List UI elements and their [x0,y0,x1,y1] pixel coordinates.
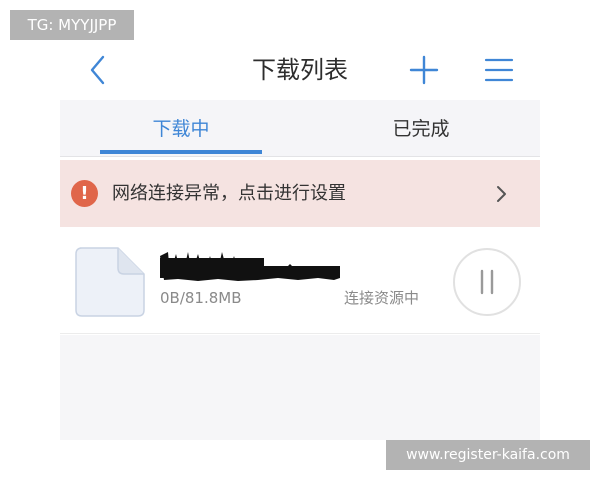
network-error-banner[interactable]: ! 网络连接异常，点击进行设置 [60,160,540,227]
network-error-text: 网络连接异常，点击进行设置 [112,183,346,204]
redacted-file-name [160,252,340,281]
chevron-right-icon [497,186,506,202]
pause-icon [480,269,494,295]
file-icon [75,247,145,317]
active-tab-indicator [100,150,262,154]
watermark-bottom: www.register-kaifa.com [386,440,590,470]
download-tabs: 下载中 已完成 [60,100,540,157]
download-status: 连接资源中 [344,289,420,307]
nav-header: 下载列表 [60,40,540,100]
tab-downloading[interactable]: 下载中 [100,100,262,157]
empty-list-area [60,335,540,440]
screen: TG: MYYJJPP 下载列表 下载中 已完成 ! 网络连接异常，点击进行设置 [0,0,600,480]
exclamation-icon: ! [71,180,98,207]
tab-completed[interactable]: 已完成 [340,100,502,157]
plus-icon[interactable] [408,55,440,85]
watermark-top: TG: MYYJJPP [10,10,134,40]
chevron-left-icon[interactable] [84,54,114,86]
download-size-progress: 0B/81.8MB [160,289,242,307]
download-list-item[interactable]: 0B/81.8MB 连接资源中 [60,230,540,334]
hamburger-menu-icon[interactable] [484,57,514,83]
pause-button[interactable] [453,248,521,316]
page-title: 下载列表 [252,56,348,84]
